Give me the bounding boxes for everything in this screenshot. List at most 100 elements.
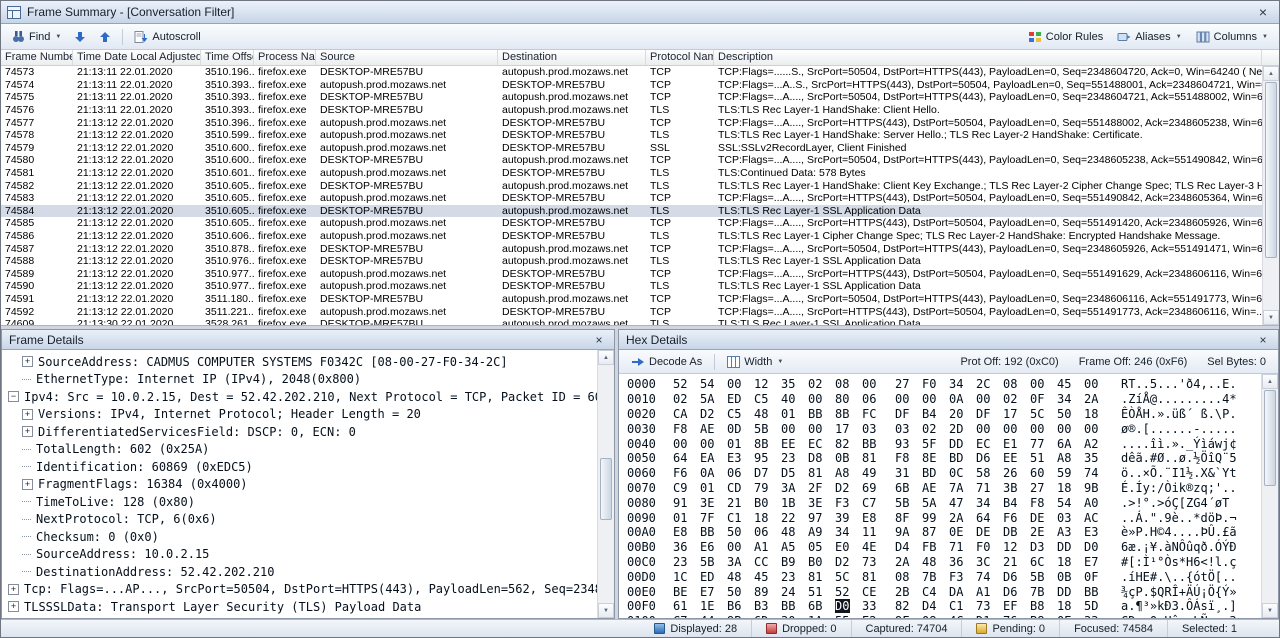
hex-byte[interactable]: 2B bbox=[895, 585, 910, 599]
hex-byte[interactable]: 00 bbox=[673, 437, 688, 451]
hex-byte[interactable]: 20 bbox=[949, 407, 964, 421]
hex-byte[interactable]: 80 bbox=[835, 392, 850, 406]
hex-byte[interactable]: C4 bbox=[922, 585, 937, 599]
hex-byte[interactable]: 01 bbox=[727, 437, 742, 451]
scroll-down-icon[interactable]: ▼ bbox=[1262, 603, 1278, 618]
hex-byte[interactable]: 0A bbox=[949, 392, 964, 406]
hex-byte[interactable]: 01 bbox=[700, 481, 715, 495]
hex-byte[interactable]: 8B bbox=[835, 407, 850, 421]
hex-byte[interactable]: 39 bbox=[835, 511, 850, 525]
frame-row[interactable]: 7458321:13:12 22.01.20203510.605...firef… bbox=[1, 192, 1262, 205]
hex-byte[interactable]: 81 bbox=[808, 570, 823, 584]
hex-byte[interactable]: 06 bbox=[727, 466, 742, 480]
hex-byte[interactable]: B8 bbox=[1030, 614, 1045, 618]
hex-byte[interactable]: BB bbox=[862, 437, 877, 451]
hex-byte[interactable]: F8 bbox=[1030, 496, 1045, 510]
hex-byte[interactable]: 08 bbox=[835, 377, 850, 391]
hex-byte[interactable]: 30 bbox=[781, 614, 796, 618]
hex-byte[interactable]: 5C bbox=[835, 570, 850, 584]
hex-byte[interactable]: E6 bbox=[700, 540, 715, 554]
hex-byte[interactable]: 5B bbox=[895, 496, 910, 510]
hex-byte[interactable]: 34 bbox=[835, 525, 850, 539]
hex-byte[interactable]: EF bbox=[1003, 599, 1018, 613]
hex-byte[interactable]: D2 bbox=[700, 407, 715, 421]
hex-byte[interactable]: 17 bbox=[1003, 407, 1018, 421]
hex-byte[interactable]: 82 bbox=[895, 599, 910, 613]
hex-byte[interactable]: 0F bbox=[1084, 570, 1099, 584]
hex-byte[interactable]: C5 bbox=[727, 407, 742, 421]
scroll-thumb[interactable] bbox=[1264, 390, 1276, 486]
hex-byte[interactable]: 00 bbox=[781, 422, 796, 436]
hex-byte[interactable]: 35 bbox=[1084, 451, 1099, 465]
scroll-down-icon[interactable]: ▼ bbox=[598, 603, 614, 618]
hex-byte[interactable]: 9B bbox=[727, 614, 742, 618]
hex-byte[interactable]: EC bbox=[808, 437, 823, 451]
column-header-source[interactable]: Source bbox=[316, 50, 498, 65]
hex-byte[interactable]: 23 bbox=[781, 451, 796, 465]
hex-byte[interactable]: 35 bbox=[781, 377, 796, 391]
hex-byte[interactable]: 54 bbox=[700, 377, 715, 391]
decode-as-button[interactable]: Decode As bbox=[625, 353, 708, 371]
hex-byte[interactable]: BB bbox=[781, 599, 796, 613]
hex-byte[interactable]: D1 bbox=[976, 614, 991, 618]
hex-byte[interactable]: 26 bbox=[1003, 466, 1018, 480]
hex-byte[interactable]: B0 bbox=[754, 496, 769, 510]
hex-byte[interactable]: 2F bbox=[808, 481, 823, 495]
hex-byte[interactable]: EC bbox=[976, 437, 991, 451]
column-header-description[interactable]: Description bbox=[714, 50, 1262, 65]
frame-row[interactable]: 7457421:13:11 22.01.20203510.393...firef… bbox=[1, 79, 1262, 92]
hex-byte[interactable]: 1B bbox=[781, 496, 796, 510]
hex-byte[interactable]: 06 bbox=[754, 525, 769, 539]
hex-byte[interactable]: E3 bbox=[1084, 525, 1099, 539]
hex-byte[interactable]: E8 bbox=[673, 525, 688, 539]
hex-byte[interactable]: 0F bbox=[1030, 392, 1045, 406]
hex-byte[interactable]: 21 bbox=[727, 496, 742, 510]
width-button[interactable]: Width ▼ bbox=[721, 353, 789, 371]
hex-byte[interactable]: 9A bbox=[895, 525, 910, 539]
hex-byte[interactable]: ED bbox=[727, 392, 742, 406]
hex-byte[interactable]: 79 bbox=[754, 481, 769, 495]
close-icon[interactable]: × bbox=[1253, 4, 1273, 21]
autoscroll-button[interactable]: Autoscroll bbox=[128, 28, 206, 46]
hex-byte[interactable]: CD bbox=[727, 481, 742, 495]
hex-byte[interactable]: B8 bbox=[1030, 599, 1045, 613]
tree-node[interactable]: +DifferentiatedServicesField: DSCP: 0, E… bbox=[6, 423, 597, 441]
hex-byte[interactable]: F6 bbox=[1003, 511, 1018, 525]
hex-byte[interactable]: B4 bbox=[922, 407, 937, 421]
hex-byte[interactable]: B6 bbox=[727, 599, 742, 613]
frame-table-body[interactable]: 7457321:13:11 22.01.20203510.196...firef… bbox=[1, 66, 1262, 325]
hex-byte[interactable]: 00 bbox=[1057, 422, 1072, 436]
hex-byte[interactable]: E7 bbox=[700, 585, 715, 599]
frame-row[interactable]: 7457321:13:11 22.01.20203510.196...firef… bbox=[1, 66, 1262, 79]
hex-byte[interactable]: EE bbox=[1003, 451, 1018, 465]
hex-byte[interactable]: 00 bbox=[976, 422, 991, 436]
expand-icon[interactable]: + bbox=[22, 409, 33, 420]
hex-byte[interactable]: DE bbox=[1030, 511, 1045, 525]
close-icon[interactable]: × bbox=[1255, 333, 1271, 347]
hex-byte[interactable]: CC bbox=[754, 555, 769, 569]
hex-byte[interactable]: 9B bbox=[1084, 481, 1099, 495]
frame-row[interactable]: 7459021:13:12 22.01.20203510.977...firef… bbox=[1, 280, 1262, 293]
hex-byte[interactable]: BB bbox=[700, 525, 715, 539]
hex-byte[interactable]: BE bbox=[673, 585, 688, 599]
hex-byte[interactable]: 1C bbox=[673, 570, 688, 584]
hex-byte[interactable]: 27 bbox=[1030, 481, 1045, 495]
hex-byte[interactable]: 03 bbox=[895, 422, 910, 436]
hex-byte[interactable]: DD bbox=[1057, 540, 1072, 554]
hex-byte[interactable]: B4 bbox=[1003, 496, 1018, 510]
hex-byte[interactable]: 73 bbox=[976, 599, 991, 613]
hex-byte[interactable]: 0C bbox=[949, 466, 964, 480]
hex-byte[interactable]: 49 bbox=[862, 466, 877, 480]
hex-byte[interactable]: 36 bbox=[949, 555, 964, 569]
frame-row[interactable]: 7458921:13:12 22.01.20203510.977...firef… bbox=[1, 268, 1262, 281]
expand-icon[interactable]: + bbox=[8, 584, 19, 595]
frame-row[interactable]: 7458221:13:12 22.01.20203510.605...firef… bbox=[1, 179, 1262, 192]
hex-byte[interactable]: 8F bbox=[895, 511, 910, 525]
column-header-time-offset[interactable]: Time Offset bbox=[201, 50, 254, 65]
tree-node[interactable]: NextProtocol: TCP, 6(0x6) bbox=[6, 511, 597, 529]
hex-byte[interactable]: D6 bbox=[1003, 585, 1018, 599]
hex-byte[interactable]: 00 bbox=[976, 392, 991, 406]
hex-byte[interactable]: 59 bbox=[1057, 466, 1072, 480]
hex-byte[interactable]: A2 bbox=[1084, 437, 1099, 451]
scroll-up-icon[interactable]: ▲ bbox=[1263, 66, 1279, 81]
